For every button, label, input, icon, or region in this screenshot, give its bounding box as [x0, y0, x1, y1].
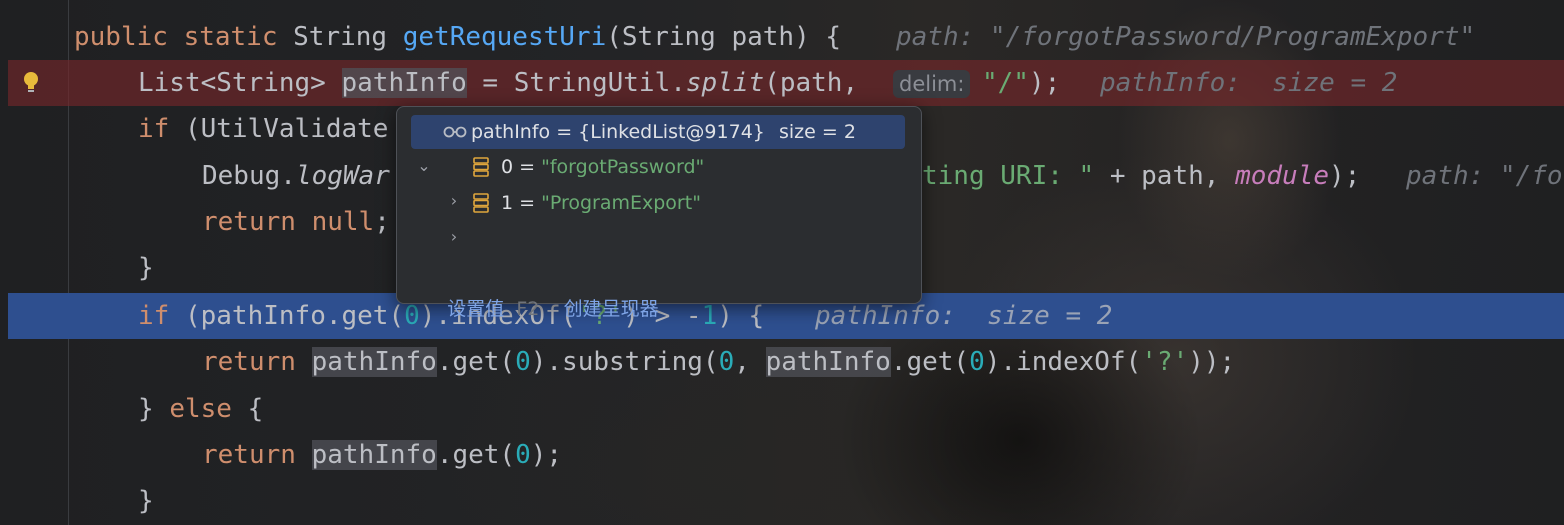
item-equals: = — [513, 156, 542, 178]
code-line-3: Debug.logWar — [202, 161, 390, 191]
code-line-9: return pathInfo.get(0); — [202, 440, 563, 470]
chevron-right-icon[interactable]: › — [447, 220, 461, 254]
code-line-5: } — [138, 253, 154, 283]
code-line-1-tail: "/"); — [982, 68, 1061, 98]
code-editor[interactable]: public static String getRequestUri(Strin… — [0, 0, 1564, 525]
tree-row-item-0[interactable]: › 0 = "forgotPassword" — [411, 150, 905, 210]
tree-row-size: size = 2 — [779, 121, 856, 143]
inline-hint-path-3: path: "/fo — [1406, 161, 1563, 191]
item-equals: = — [513, 192, 542, 214]
popup-footer: 设置值 F2 创建呈现器 — [411, 273, 658, 320]
code-line-10: } — [138, 486, 154, 516]
code-line-1: List<String> pathInfo = StringUtil.split… — [138, 68, 874, 98]
list-item-icon — [473, 157, 489, 177]
code-line-2: if (UtilValidate — [138, 114, 389, 144]
param-hint-delim: delim: — [893, 68, 971, 102]
list-item-icon — [473, 193, 489, 213]
item-index: 0 — [501, 156, 514, 178]
code-line-0: public static String getRequestUri(Strin… — [74, 22, 842, 52]
watch-glasses-icon — [443, 126, 467, 138]
tree-row-item-1[interactable]: › 1 = "ProgramExport" — [411, 186, 905, 246]
set-value-link[interactable]: 设置值 — [447, 298, 504, 320]
item-index: 1 — [501, 192, 514, 214]
code-line-7: return pathInfo.get(0).substring(0, path… — [202, 347, 1236, 377]
debug-value-popup[interactable]: ⌄ pathInfo = {LinkedList@9174} size = 2 … — [396, 106, 922, 320]
inline-hint-path: path: "/forgotPassword/ProgramExport" — [896, 22, 1476, 52]
tree-row-label: pathInfo = {LinkedList@9174} — [471, 121, 765, 143]
code-line-3-tail: ting URI: " + path, module); — [922, 161, 1361, 191]
tree-row-pathinfo[interactable]: ⌄ pathInfo = {LinkedList@9174} size = 2 — [411, 115, 905, 175]
code-line-8: } else { — [138, 394, 264, 424]
item-value: "forgotPassword" — [541, 156, 705, 178]
item-value: "ProgramExport" — [541, 192, 701, 214]
create-renderer-link[interactable]: 创建呈现器 — [564, 298, 659, 320]
code-line-4: return null; — [202, 207, 390, 237]
set-value-shortcut: F2 — [516, 298, 540, 320]
inline-hint-pathinfo-1: pathInfo: size = 2 — [1100, 68, 1398, 98]
